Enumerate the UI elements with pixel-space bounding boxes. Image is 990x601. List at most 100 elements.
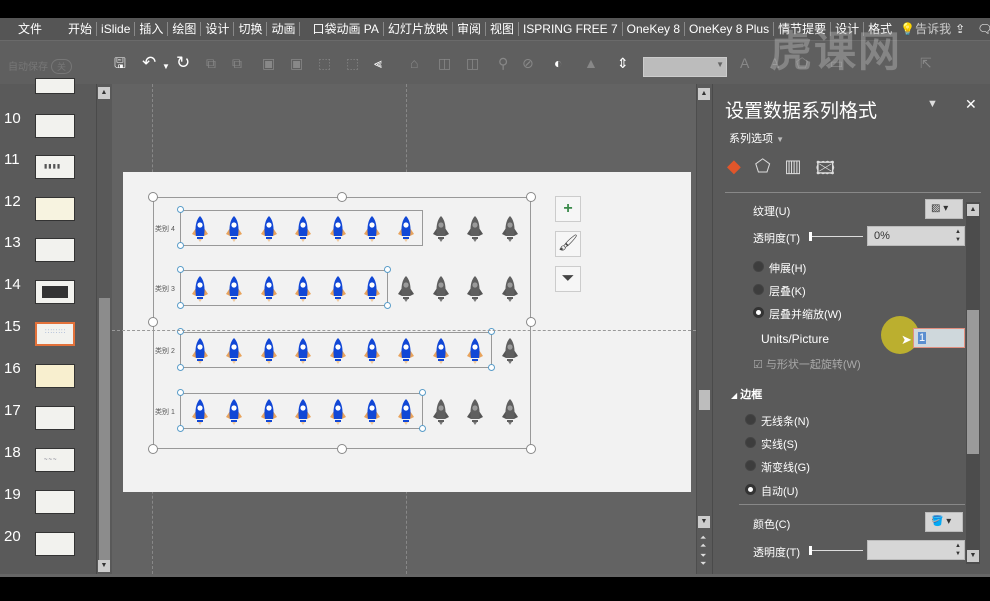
tab-transitions[interactable]: 切换 — [234, 22, 268, 36]
transparency-input[interactable]: 0% ▲ ▼ — [867, 226, 965, 246]
animation-pane-icon[interactable]: ◐ — [554, 55, 562, 71]
scroll-thumb[interactable] — [967, 310, 979, 454]
resize-handle[interactable] — [526, 444, 536, 454]
stack-radio[interactable] — [753, 284, 764, 295]
scroll-down-button[interactable]: ▼ — [98, 560, 110, 572]
slide-thumbnail[interactable]: 11 ▮▮▮▮ — [0, 151, 96, 191]
selection-handle[interactable] — [177, 302, 184, 309]
transparency2-input[interactable]: ▲ ▼ — [867, 540, 965, 560]
crop-icon[interactable]: ⬚ — [318, 55, 331, 71]
resize-handle[interactable] — [148, 444, 158, 454]
selection-handle[interactable] — [418, 389, 426, 396]
transparency-slider[interactable] — [809, 232, 863, 241]
next-slide-button[interactable]: ⏷ ⏷ — [700, 552, 706, 568]
autosave-toggle[interactable]: 关 — [51, 59, 73, 74]
bring-forward-icon[interactable]: ⧉ — [206, 55, 216, 71]
slide-thumbnail[interactable]: 10 — [0, 110, 96, 150]
arrange-icon[interactable]: ▣ — [290, 55, 303, 71]
tell-me[interactable]: 💡告诉我 — [896, 22, 955, 36]
resize-icon[interactable]: ⬚ — [346, 55, 359, 71]
selection-handle[interactable] — [177, 206, 184, 213]
pane-options-dropdown-icon[interactable]: ▼ — [927, 98, 938, 110]
prev-slide-button[interactable]: ⏶ ⏶ — [700, 534, 706, 550]
share-icon[interactable]: ⇪ — [955, 22, 965, 36]
scroll-down-button[interactable]: ▼ — [967, 550, 979, 562]
slide-thumbnail[interactable]: 12 — [0, 193, 96, 233]
pane-scrollbar[interactable]: ▲ ▼ — [966, 202, 980, 564]
spin-arrows[interactable]: ▲ ▼ — [955, 228, 961, 244]
tab-insert[interactable]: 插入 — [135, 22, 169, 36]
editor-scrollbar[interactable]: ▲ ▼ ⏶ ⏶ ⏷ ⏷ — [696, 84, 712, 574]
slide-thumbnail[interactable]: 13 — [0, 234, 96, 274]
line-spacing-icon[interactable]: ⇕ — [617, 55, 629, 71]
scroll-down-button[interactable]: ▼ — [698, 516, 710, 528]
slide-thumbnail[interactable]: 17 — [0, 402, 96, 442]
selection-handle[interactable] — [487, 364, 495, 371]
tab-review[interactable]: 审阅 — [453, 22, 486, 36]
rotate-with-shape-checkbox[interactable]: ☑ 与形状一起旋转(W) — [753, 356, 861, 372]
font-grow-icon[interactable]: A — [740, 55, 749, 71]
resize-handle[interactable] — [148, 317, 158, 327]
selection-handle[interactable] — [177, 242, 184, 249]
resize-handle[interactable] — [148, 192, 158, 202]
picture-tab-icon[interactable]: 🖾 — [816, 156, 836, 186]
stack-and-scale-radio[interactable] — [753, 307, 764, 318]
scroll-up-button[interactable]: ▲ — [98, 87, 110, 99]
effects-tab-icon[interactable]: ⬠ — [755, 156, 771, 186]
chart-elements-button[interactable]: + — [555, 196, 581, 222]
font-name-box[interactable]: ▼ — [643, 57, 727, 77]
slide[interactable]: 类别 4 类别 3 类别 2 类别 1 + 🖌 ⏷ — [123, 172, 691, 492]
group-icon[interactable]: ⧉ — [232, 55, 242, 71]
comment-icon[interactable]: 🗨 — [977, 22, 990, 36]
resize-handle[interactable] — [337, 192, 347, 202]
resize-handle[interactable] — [526, 192, 536, 202]
slide-thumbnail[interactable]: 14 — [0, 276, 96, 316]
tab-design[interactable]: 设计 — [201, 22, 235, 36]
units-per-picture-input[interactable]: 1 — [913, 328, 965, 348]
tab-ispring[interactable]: ISPRING FREE 7 — [519, 22, 623, 36]
gradient-line-radio[interactable] — [745, 460, 756, 471]
tab-file[interactable]: 文件 — [14, 22, 46, 36]
texture-picker-button[interactable]: ▨ ▾ — [925, 199, 963, 219]
send-backward-icon[interactable]: ▣ — [262, 55, 275, 71]
slide-thumbnail[interactable]: 18 ~~~ — [0, 444, 96, 484]
automatic-radio[interactable] — [745, 484, 756, 495]
slide-thumbnail-selected[interactable]: 15:::::::: — [0, 318, 96, 358]
select-icon[interactable]: ⇱ — [920, 55, 932, 71]
transparency2-slider[interactable] — [809, 546, 863, 555]
selection-handle[interactable] — [418, 425, 426, 432]
selection-handle[interactable] — [177, 425, 184, 432]
slider-knob[interactable] — [809, 232, 812, 241]
redo-icon[interactable]: ↻ — [176, 54, 190, 71]
tab-slideshow[interactable]: 幻灯片放映 — [384, 22, 453, 36]
tab-animations[interactable]: 动画 — [267, 22, 301, 36]
tab-home[interactable]: 开始 — [64, 22, 98, 36]
spin-arrows[interactable]: ▲ ▼ — [955, 542, 961, 558]
selection-handle[interactable] — [177, 389, 184, 396]
autosave[interactable]: 自动保存关 — [8, 58, 73, 74]
scroll-thumb[interactable] — [99, 298, 110, 568]
selection-handle[interactable] — [177, 266, 184, 273]
close-icon[interactable]: ✕ — [965, 96, 977, 113]
scroll-up-button[interactable]: ▲ — [698, 88, 710, 100]
tab-view[interactable]: 视图 — [486, 22, 519, 36]
distribute-icon[interactable]: ⌂ — [410, 55, 418, 71]
slide-thumbnail[interactable]: 19 — [0, 486, 96, 526]
tab-draw[interactable]: 绘图 — [168, 22, 202, 36]
tab-pocket-animation[interactable]: 口袋动画 PA — [308, 22, 384, 36]
solid-line-radio[interactable] — [745, 437, 756, 448]
scroll-up-button[interactable]: ▲ — [967, 204, 979, 216]
resize-handle[interactable] — [526, 317, 536, 327]
scroll-thumb[interactable] — [699, 390, 710, 410]
chart-filters-button[interactable]: ⏷ — [555, 266, 581, 292]
slide-thumbnail[interactable]: 16 — [0, 360, 96, 400]
data-point-selection[interactable] — [180, 270, 389, 306]
undo-icon[interactable]: ↶ — [142, 54, 156, 71]
save-icon[interactable]: 🖫 — [114, 55, 126, 71]
tab-onekey8plus[interactable]: OneKey 8 Plus — [685, 22, 775, 36]
effect-icon[interactable]: ▲ — [584, 55, 598, 71]
flip-icon[interactable]: ◫ — [466, 55, 479, 71]
merge-icon[interactable]: ⚲ — [498, 55, 508, 71]
series-options-tab-icon[interactable]: ▥ — [785, 156, 802, 186]
slider-knob[interactable] — [809, 546, 812, 555]
